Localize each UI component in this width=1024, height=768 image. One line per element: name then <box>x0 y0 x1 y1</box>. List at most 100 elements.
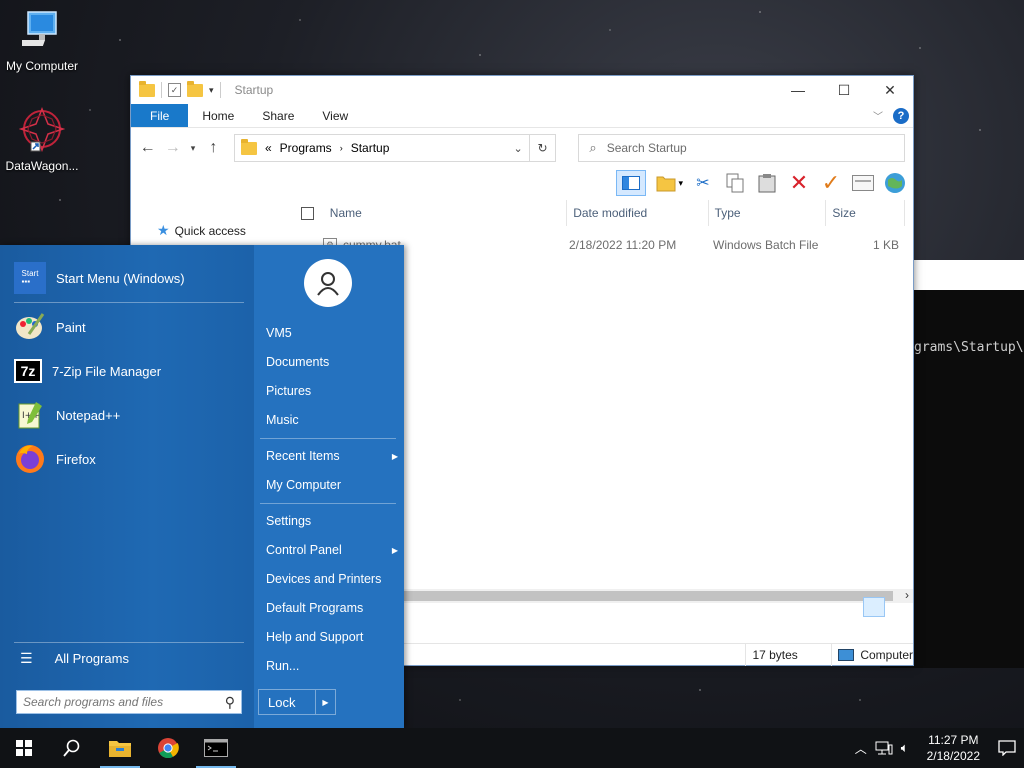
minimize-button[interactable]: — <box>775 76 821 104</box>
clock[interactable]: 11:27 PM 2/18/2022 <box>927 732 980 764</box>
taskbar-search-button[interactable] <box>48 728 96 768</box>
cut-icon[interactable]: ✂ <box>691 171 715 195</box>
folder-icon <box>240 138 257 155</box>
maximize-button[interactable]: ☐ <box>821 76 867 104</box>
large-icons-view-icon[interactable] <box>887 597 909 617</box>
tab-share[interactable]: Share <box>248 104 308 127</box>
program-notepadpp[interactable]: I++ Notepad++ <box>14 396 120 434</box>
places-devices-printers[interactable]: Devices and Printers <box>266 572 398 586</box>
start-menu[interactable]: Start ▪▪▪ Start Menu (Windows) Paint 7z 7… <box>0 245 404 728</box>
places-recent-items[interactable]: Recent Items ▶ <box>266 449 398 463</box>
select-all-checkbox[interactable] <box>301 206 314 220</box>
places-label: Recent Items <box>266 449 340 463</box>
status-size: 17 bytes <box>746 643 833 666</box>
up-arrow-icon[interactable]: ↑ <box>205 139 222 157</box>
search-input[interactable]: ⌕ Search Startup <box>578 134 905 162</box>
address-bar[interactable]: « Programs › Startup ⌄ <box>233 134 530 162</box>
breadcrumb-programs[interactable]: Programs <box>280 141 332 155</box>
desktop-icon-datawagon[interactable]: DataWagon... <box>0 106 84 173</box>
tab-home[interactable]: Home <box>188 104 248 127</box>
status-location: Computer <box>832 644 913 666</box>
all-programs-button[interactable]: ☰ All Programs <box>20 650 129 667</box>
nav-quick-access[interactable]: ★ Quick access <box>157 222 246 239</box>
tab-file[interactable]: File <box>131 104 189 127</box>
help-icon[interactable]: ? <box>893 107 909 124</box>
back-arrow-icon[interactable]: ← <box>139 139 156 157</box>
scrollbar-thumb[interactable] <box>404 591 893 601</box>
paste-icon[interactable] <box>755 171 779 195</box>
places-documents[interactable]: Documents <box>266 355 398 369</box>
breadcrumb-startup[interactable]: Startup <box>351 141 390 155</box>
delete-icon[interactable]: ✕ <box>787 170 811 195</box>
program-start-menu[interactable]: Start ▪▪▪ Start Menu (Windows) <box>14 259 185 297</box>
details-view-icon[interactable] <box>863 597 885 617</box>
taskbar-chrome[interactable] <box>144 728 192 768</box>
program-label: Notepad++ <box>56 407 121 423</box>
status-bar: 17 bytes Computer <box>404 643 913 666</box>
program-paint[interactable]: Paint <box>14 308 86 346</box>
desktop-icon-my-computer[interactable]: My Computer <box>0 10 84 73</box>
windows-logo-icon <box>16 740 32 756</box>
column-header-date[interactable]: Date modified <box>567 200 709 226</box>
new-folder-icon[interactable] <box>187 80 203 97</box>
notepadpp-icon: I++ <box>14 399 46 431</box>
datawagon-icon <box>18 106 66 153</box>
globe-icon[interactable] <box>883 171 907 195</box>
user-avatar[interactable] <box>304 259 352 307</box>
status-location-label: Computer <box>860 647 913 662</box>
places-my-computer[interactable]: My Computer <box>266 478 398 492</box>
folder-icon <box>139 80 155 97</box>
places-default-programs[interactable]: Default Programs <box>266 601 398 615</box>
places-help-support[interactable]: Help and Support <box>266 630 398 644</box>
close-button[interactable]: ✕ <box>867 76 913 104</box>
layout-dropdown-icon[interactable]: ▾ <box>678 178 683 189</box>
search-icon <box>63 739 80 757</box>
places-user[interactable]: VM5 <box>266 326 398 340</box>
address-dropdown-icon[interactable]: ⌄ <box>513 142 522 155</box>
program-firefox[interactable]: Firefox <box>14 440 96 478</box>
taskbar-file-explorer[interactable] <box>96 728 144 768</box>
horizontal-scrollbar[interactable]: › <box>404 588 913 603</box>
explorer-titlebar[interactable]: ✓ ▾ Startup — ☐ ✕ <box>131 76 913 104</box>
properties-icon[interactable]: ✓ <box>168 83 181 97</box>
preview-pane-icon[interactable] <box>616 170 647 196</box>
volume-icon[interactable]: 🔈︎ <box>901 740 909 756</box>
expand-ribbon-icon[interactable]: ﹀ <box>873 108 883 123</box>
network-icon[interactable] <box>875 741 893 755</box>
start-search-field[interactable] <box>23 695 225 709</box>
7zip-icon: 7z <box>14 359 42 383</box>
shutdown-options-icon[interactable]: ▶ <box>315 690 335 714</box>
lock-button[interactable]: Lock ▶ <box>258 689 336 715</box>
submenu-arrow-icon: ▶ <box>391 545 398 555</box>
select-check-icon[interactable]: ✓ <box>819 170 843 195</box>
start-button[interactable] <box>0 728 48 768</box>
places-run[interactable]: Run... <box>266 659 398 673</box>
layout-icon[interactable] <box>654 171 678 195</box>
column-header-type[interactable]: Type <box>709 200 827 226</box>
properties-card-icon[interactable] <box>851 171 875 195</box>
show-hidden-icons-icon[interactable]: ︿ <box>855 740 867 757</box>
lock-label[interactable]: Lock <box>259 690 315 714</box>
recent-locations-icon[interactable]: ▾ <box>189 143 197 154</box>
address-row: ← → ▾ ↑ « Programs › Startup ⌄ ↻ ⌕ Searc… <box>131 128 913 168</box>
file-explorer-icon <box>109 741 131 757</box>
column-header-name[interactable]: Name <box>324 200 568 226</box>
tab-view[interactable]: View <box>308 104 362 127</box>
start-search-input[interactable]: ⚲ <box>16 690 242 714</box>
chrome-icon <box>158 738 179 759</box>
notifications-icon[interactable] <box>998 740 1016 756</box>
places-settings[interactable]: Settings <box>266 514 398 528</box>
refresh-button[interactable]: ↻ <box>529 134 557 162</box>
forward-arrow-icon[interactable]: → <box>164 139 181 157</box>
customize-qat-icon[interactable]: ▾ <box>209 85 214 96</box>
taskbar-console[interactable] <box>192 728 240 768</box>
column-header-size[interactable]: Size <box>826 200 906 226</box>
copy-icon[interactable] <box>723 171 747 195</box>
places-pictures[interactable]: Pictures <box>266 384 398 398</box>
program-7zip[interactable]: 7z 7-Zip File Manager <box>14 352 161 390</box>
places-music[interactable]: Music <box>266 413 398 427</box>
nav-quick-access-label: Quick access <box>174 223 246 238</box>
places-control-panel[interactable]: Control Panel ▶ <box>266 543 398 557</box>
view-buttons <box>863 597 909 617</box>
classic-toolbar: ▾ ✂ ✕ ✓ <box>131 168 913 198</box>
